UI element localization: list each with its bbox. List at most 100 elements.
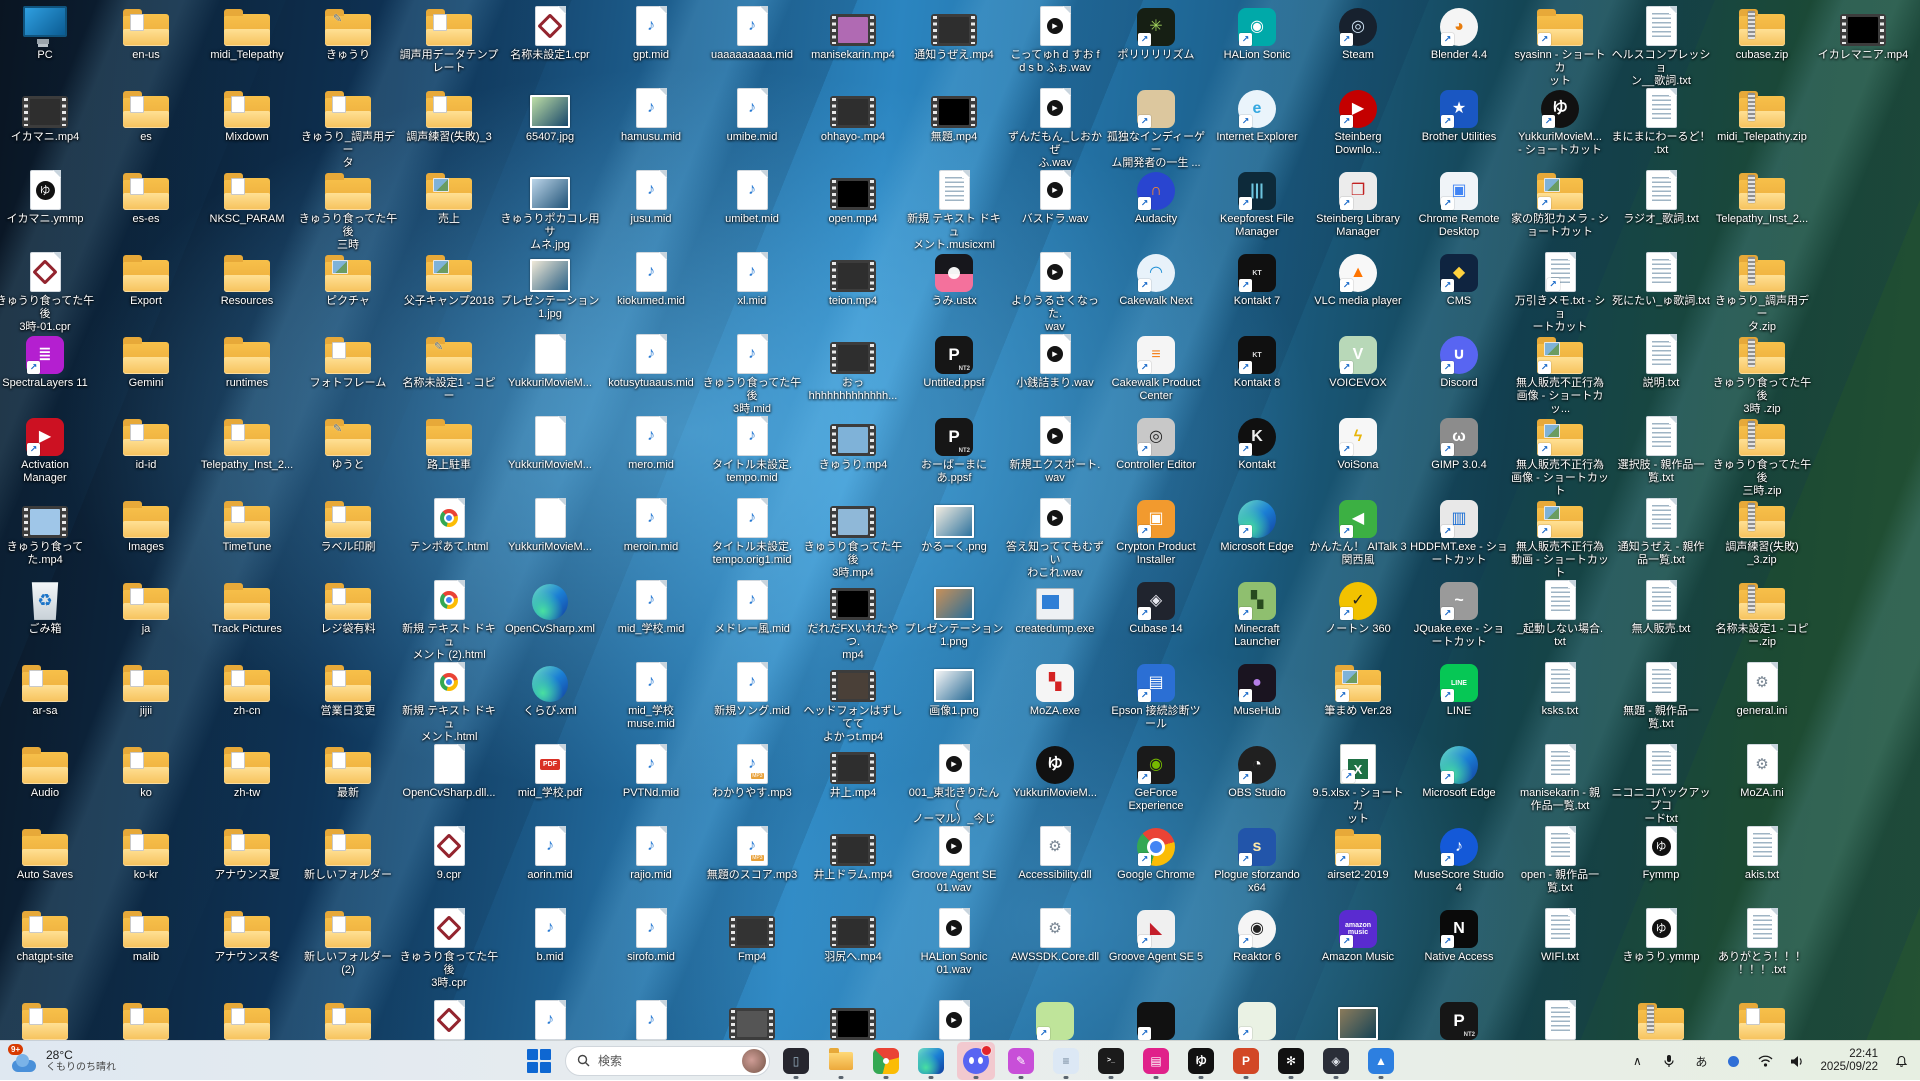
desktop-icon[interactable]: en-us: [96, 4, 196, 62]
desktop-icon[interactable]: ▶Groove Agent SE 01.wav: [904, 824, 1004, 895]
desktop-icon[interactable]: レジ袋有料: [298, 578, 398, 636]
desktop-icon[interactable]: amazon music↗Amazon Music: [1308, 906, 1408, 964]
desktop-icon[interactable]: 調声練習(失敗) _3.zip: [1712, 496, 1812, 567]
desktop-icon[interactable]: 調声用データテンプ レート: [399, 4, 499, 75]
desktop-icon[interactable]: 通知うぜえ - 親作 品一覧.txt: [1611, 496, 1711, 567]
desktop-icon[interactable]: ↗万引きメモ.txt - ショ ートカット: [1510, 250, 1610, 334]
desktop-icon[interactable]: Track Pictures: [197, 578, 297, 636]
desktop-icon[interactable]: ▶答え知っててもむずい わこれ.wav: [1005, 496, 1105, 580]
desktop-icon[interactable]: プレゼンテーション 1.png: [904, 578, 1004, 649]
desktop-icon[interactable]: akis.txt: [1712, 824, 1812, 882]
desktop-icon[interactable]: フォトフレーム: [298, 332, 398, 390]
desktop-icon[interactable]: [702, 998, 802, 1043]
desktop-icon[interactable]: ▶こってゅh d すお f d s b ふぉ.wav: [1005, 4, 1105, 75]
desktop-icon[interactable]: Resources: [197, 250, 297, 308]
desktop-icon[interactable]: ♪hamusu.mid: [601, 86, 701, 144]
desktop-icon[interactable]: Gemini: [96, 332, 196, 390]
desktop-icon[interactable]: e↗Internet Explorer: [1207, 86, 1307, 144]
desktop-icon[interactable]: ▶↗Activation Manager: [0, 414, 95, 485]
desktop-icon[interactable]: YukkuriMovieM...: [500, 332, 600, 390]
desktop-icon[interactable]: アナウンス夏: [197, 824, 297, 882]
desktop-icon[interactable]: きゅうり食ってた午後 三時.zip: [1712, 414, 1812, 498]
desktop-icon[interactable]: [803, 998, 903, 1043]
desktop-icon[interactable]: ▥↗HDDFMT.exe - ショ ートカット: [1409, 496, 1509, 567]
desktop-icon[interactable]: ✎ゆうと: [298, 414, 398, 472]
desktop-icon[interactable]: ▚MoZA.exe: [1005, 660, 1105, 718]
desktop-icon[interactable]: おっ hhhhhhhhhhhhh...: [803, 332, 903, 403]
desktop-icon[interactable]: midi_Telepathy.zip: [1712, 86, 1812, 144]
desktop-icon[interactable]: ≣↗SpectraLayers 11: [0, 332, 95, 390]
desktop-icon[interactable]: [1712, 998, 1812, 1043]
desktop-icon[interactable]: TimeTune: [197, 496, 297, 554]
desktop-icon[interactable]: ↗airset2-2019: [1308, 824, 1408, 882]
desktop-icon[interactable]: ⚙MoZA.ini: [1712, 742, 1812, 800]
desktop-icon[interactable]: ♪MP3わかりやす.mp3: [702, 742, 802, 800]
desktop-icon[interactable]: ▶↗Steinberg Downlo...: [1308, 86, 1408, 157]
desktop-icon[interactable]: アナウンス冬: [197, 906, 297, 964]
taskbar-app-pink-app[interactable]: ▤: [1137, 1042, 1175, 1080]
desktop-icon[interactable]: manisekarin.mp4: [803, 4, 903, 62]
desktop-icon[interactable]: es-es: [96, 168, 196, 226]
desktop-icon[interactable]: NKSC_PARAM: [197, 168, 297, 226]
desktop-icon[interactable]: ♪mero.mid: [601, 414, 701, 472]
desktop-icon[interactable]: s↗Plogue sforzando x64: [1207, 824, 1307, 895]
desktop-icon[interactable]: PNT2Untitled.ppsf: [904, 332, 1004, 390]
start-button[interactable]: [520, 1042, 558, 1080]
desktop-icon[interactable]: ↗筆まめ Ver.28: [1308, 660, 1408, 718]
desktop-icon[interactable]: ↗孤独なインディーゲー ム開発者の一生 ...: [1106, 86, 1206, 170]
desktop-icon[interactable]: ↗家の防犯カメラ - シ ョートカット: [1510, 168, 1610, 239]
desktop-icon[interactable]: ♪gpt.mid: [601, 4, 701, 62]
desktop-icon[interactable]: [399, 998, 499, 1043]
desktop-icon[interactable]: ♪umibe.mid: [702, 86, 802, 144]
desktop-icon[interactable]: イカマニ.mp4: [0, 86, 95, 144]
desktop-icon[interactable]: ↗無人販売不正行為 画像 - ショートカッ...: [1510, 332, 1610, 416]
desktop-icon[interactable]: ↗無人販売不正行為 画像 - ショートカット: [1510, 414, 1610, 498]
desktop-icon[interactable]: 説明.txt: [1611, 332, 1711, 390]
desktop-icon[interactable]: きゅうり食ってた.mp4: [0, 496, 95, 567]
desktop-icon[interactable]: zh-tw: [197, 742, 297, 800]
desktop-icon[interactable]: 無題 - 親作品一 覧.txt: [1611, 660, 1711, 731]
taskbar-app-photos[interactable]: ▲: [1362, 1042, 1400, 1080]
taskbar-app-clip-studio[interactable]: ✎: [1002, 1042, 1040, 1080]
desktop-icon[interactable]: ◀↗かんたん！ AITalk 3 関西風: [1308, 496, 1408, 567]
desktop-icon[interactable]: ◔↗OBS Studio: [1207, 742, 1307, 800]
desktop-icon[interactable]: ゆYukkuriMovieM...: [1005, 742, 1105, 800]
desktop-icon[interactable]: きゅうり食ってた午後 三時: [298, 168, 398, 252]
desktop-icon[interactable]: ϟ↗VoiSona: [1308, 414, 1408, 472]
desktop-icon[interactable]: ♪MP3無題のスコア.mp3: [702, 824, 802, 882]
desktop-icon[interactable]: [1308, 998, 1408, 1043]
desktop-icon[interactable]: 井上.mp4: [803, 742, 903, 800]
desktop-icon[interactable]: KT↗Kontakt 8: [1207, 332, 1307, 390]
desktop-icon[interactable]: ✎きゅうり: [298, 4, 398, 62]
desktop-icon[interactable]: くらび.xml: [500, 660, 600, 718]
desktop-icon[interactable]: WIFI.txt: [1510, 906, 1610, 964]
desktop-icon[interactable]: ↗Google Chrome: [1106, 824, 1206, 882]
desktop-icon[interactable]: ♪PVTNd.mid: [601, 742, 701, 800]
desktop-icon[interactable]: ♪↗MuseScore Studio 4: [1409, 824, 1509, 895]
taskbar-clock[interactable]: 22:41 2025/09/22: [1814, 1044, 1884, 1078]
desktop-icon[interactable]: createdump.exe: [1005, 578, 1105, 636]
desktop-icon[interactable]: ✳↗ポリリリリズム: [1106, 4, 1206, 62]
desktop-icon[interactable]: ●↗MuseHub: [1207, 660, 1307, 718]
desktop-icon[interactable]: ↗Microsoft Edge: [1207, 496, 1307, 554]
desktop-icon[interactable]: ▶: [904, 998, 1004, 1043]
desktop-icon[interactable]: open.mp4: [803, 168, 903, 226]
desktop-icon[interactable]: YukkuriMovieM...: [500, 496, 600, 554]
desktop-icon[interactable]: [298, 998, 398, 1043]
desktop-icon[interactable]: ♪meroin.mid: [601, 496, 701, 554]
desktop-icon[interactable]: ♻ごみ箱: [0, 578, 95, 636]
desktop-icon[interactable]: cubase.zip: [1712, 4, 1812, 62]
desktop-icon[interactable]: きゅうり_調声用デー タ.zip: [1712, 250, 1812, 334]
wifi-icon[interactable]: [1750, 1045, 1780, 1077]
desktop-icon[interactable]: ≡↗Cakewalk Product Center: [1106, 332, 1206, 403]
taskbar-app-chrome[interactable]: [867, 1042, 905, 1080]
desktop-icon[interactable]: 名称未設定1.cpr: [500, 4, 600, 62]
notification-bell-icon[interactable]: [1886, 1045, 1916, 1077]
desktop-icon[interactable]: ja: [96, 578, 196, 636]
desktop-icon[interactable]: ko: [96, 742, 196, 800]
desktop-icon[interactable]: ♪新規ソング.mid: [702, 660, 802, 718]
desktop-icon[interactable]: 新規 テキスト ドキュ メント (2).html: [399, 578, 499, 662]
desktop-icon[interactable]: ◎↗Steam: [1308, 4, 1408, 62]
taskbar-app-file-explorer[interactable]: [822, 1042, 860, 1080]
desktop-icon[interactable]: きゅうり_調声用デー タ: [298, 86, 398, 170]
